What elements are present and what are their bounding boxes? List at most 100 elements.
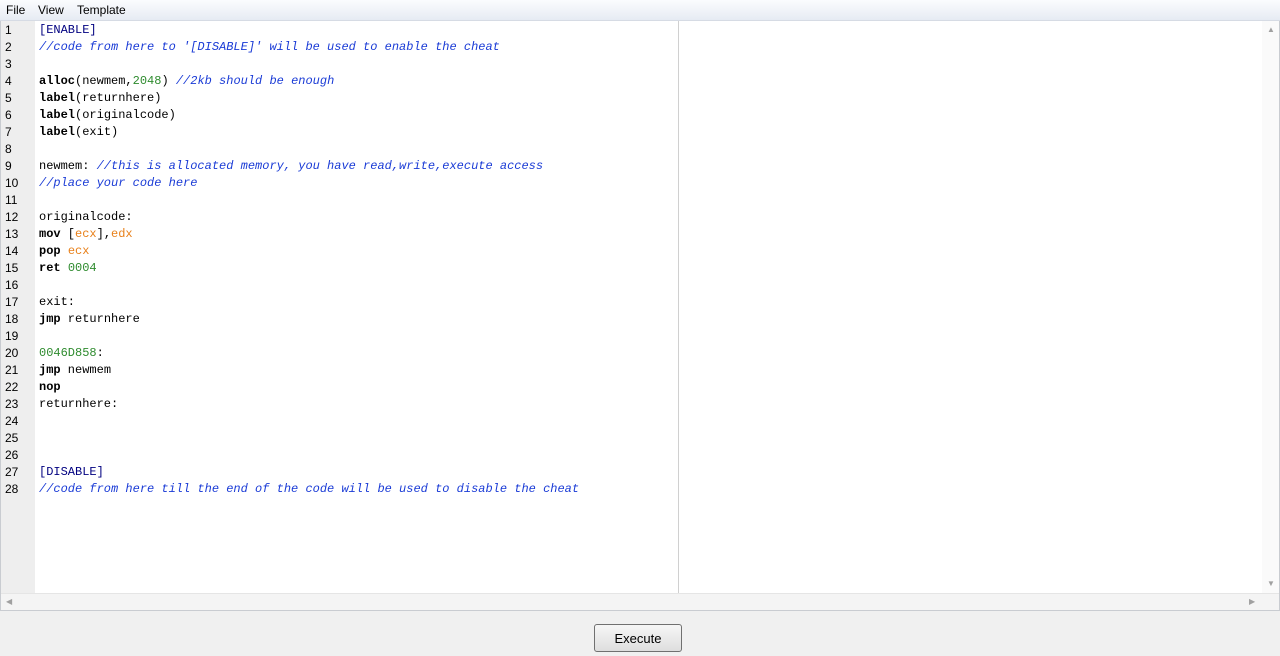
code-token: originalcode: xyxy=(39,210,133,224)
code-token: 0046D858 xyxy=(39,346,97,360)
line-number: 2 xyxy=(5,40,12,54)
line-number: 1 xyxy=(5,23,12,37)
line-number: 13 xyxy=(5,227,19,241)
line-number: 12 xyxy=(5,210,19,224)
line-number: 26 xyxy=(5,448,19,462)
code-token: (originalcode) xyxy=(75,108,176,122)
code-token: //place your code here xyxy=(39,176,198,190)
line-number: 15 xyxy=(5,261,19,275)
code-token: //code from here to '[DISABLE]' will be … xyxy=(39,40,500,54)
code-token: label xyxy=(39,91,76,105)
code-line: //code from here till the end of the cod… xyxy=(39,481,579,498)
line-number: 22 xyxy=(5,380,19,394)
code-token: nop xyxy=(39,380,61,394)
line-number: 21 xyxy=(5,363,19,377)
line-number: 4 xyxy=(5,74,12,88)
code-token: (returnhere) xyxy=(75,91,162,105)
menu-file[interactable]: File xyxy=(6,3,25,17)
menu-view[interactable]: View xyxy=(38,3,64,17)
code-token: newmem: xyxy=(39,159,97,173)
line-number: 14 xyxy=(5,244,19,258)
vertical-scrollbar[interactable]: ▲ ▼ xyxy=(1262,21,1279,594)
code-line: exit: xyxy=(39,294,75,311)
code-token: [ xyxy=(60,227,76,241)
code-line: [DISABLE] xyxy=(39,464,104,481)
menu-bar: File View Template xyxy=(0,0,1280,21)
line-number-gutter: 1 2 3 4 5 6 7 8 9 10 11 12 13 14 15 16 17 18 19 20 21 22 23 24 2… xyxy=(1,21,35,594)
line-number: 18 xyxy=(5,312,19,326)
line-number: 28 xyxy=(5,482,19,496)
code-token: label xyxy=(39,125,76,139)
line-number: 17 xyxy=(5,295,19,309)
code-token: 0004 xyxy=(67,261,97,275)
code-line: 0046D858: xyxy=(39,345,104,362)
pane-divider[interactable] xyxy=(678,21,679,594)
code-line: nop xyxy=(39,379,61,396)
scroll-up-icon[interactable]: ▲ xyxy=(1267,26,1275,34)
code-token: //2kb should be enough xyxy=(175,74,335,88)
line-number: 24 xyxy=(5,414,19,428)
code-token: [ENABLE] xyxy=(39,23,97,37)
code-line: label(returnhere) xyxy=(39,90,161,107)
line-number: 7 xyxy=(5,125,12,139)
code-token: ], xyxy=(96,227,112,241)
code-token: ecx xyxy=(67,244,90,258)
code-token: //this is allocated memory, you have rea… xyxy=(96,159,544,173)
code-line: label(originalcode) xyxy=(39,107,176,124)
code-token: [DISABLE] xyxy=(39,465,104,479)
line-number: 16 xyxy=(5,278,19,292)
code-token: edx xyxy=(111,227,133,241)
line-number: 11 xyxy=(5,193,18,207)
code-line: pop ecx xyxy=(39,243,89,260)
code-token: newmem xyxy=(60,363,112,377)
code-token: pop xyxy=(39,244,61,258)
code-token: : xyxy=(96,346,104,360)
code-token: label xyxy=(39,108,76,122)
code-line: originalcode: xyxy=(39,209,133,226)
code-line: [ENABLE] xyxy=(39,22,97,39)
line-number: 19 xyxy=(5,329,19,343)
code-token: jmp xyxy=(39,312,61,326)
code-line: jmp returnhere xyxy=(39,311,140,328)
code-token: exit: xyxy=(39,295,76,309)
line-number: 3 xyxy=(5,57,12,71)
code-line: //code from here to '[DISABLE]' will be … xyxy=(39,39,500,56)
line-number: 23 xyxy=(5,397,19,411)
scroll-right-icon[interactable]: ▶ xyxy=(1249,598,1255,606)
code-line: returnhere: xyxy=(39,396,118,413)
line-number: 25 xyxy=(5,431,19,445)
execute-button[interactable]: Execute xyxy=(594,624,682,652)
code-line: alloc(newmem,2048) //2kb should be enoug… xyxy=(39,73,334,90)
code-token: 2048 xyxy=(132,74,162,88)
code-editor[interactable]: 1 2 3 4 5 6 7 8 9 10 11 12 13 14 15 16 17 18 19 20 21 22 23 24 2… xyxy=(0,21,1280,611)
code-token: ret xyxy=(39,261,61,275)
code-token: jmp xyxy=(39,363,61,377)
code-line: newmem: //this is allocated memory, you … xyxy=(39,158,543,175)
code-token: (newmem, xyxy=(75,74,133,88)
line-number: 27 xyxy=(5,465,19,479)
code-token: returnhere xyxy=(60,312,140,326)
code-token: //code from here till the end of the cod… xyxy=(39,482,580,496)
code-token: alloc xyxy=(39,74,76,88)
code-token: mov xyxy=(39,227,61,241)
code-line: //place your code here xyxy=(39,175,197,192)
code-line: jmp newmem xyxy=(39,362,111,379)
line-number: 6 xyxy=(5,108,12,122)
code-line: ret 0004 xyxy=(39,260,97,277)
line-number: 9 xyxy=(5,159,12,173)
line-number: 5 xyxy=(5,91,12,105)
line-number: 20 xyxy=(5,346,19,360)
menu-template[interactable]: Template xyxy=(77,3,126,17)
code-token: returnhere: xyxy=(39,397,119,411)
code-token: (exit) xyxy=(75,125,119,139)
code-token: ecx xyxy=(75,227,97,241)
scroll-down-icon[interactable]: ▼ xyxy=(1267,580,1275,588)
code-line: label(exit) xyxy=(39,124,118,141)
horizontal-scrollbar[interactable]: ◀ ▶ xyxy=(1,593,1279,610)
line-number: 10 xyxy=(5,176,19,190)
line-number: 8 xyxy=(5,142,12,156)
scroll-left-icon[interactable]: ◀ xyxy=(6,598,12,606)
code-line: mov [ecx],edx xyxy=(39,226,133,243)
